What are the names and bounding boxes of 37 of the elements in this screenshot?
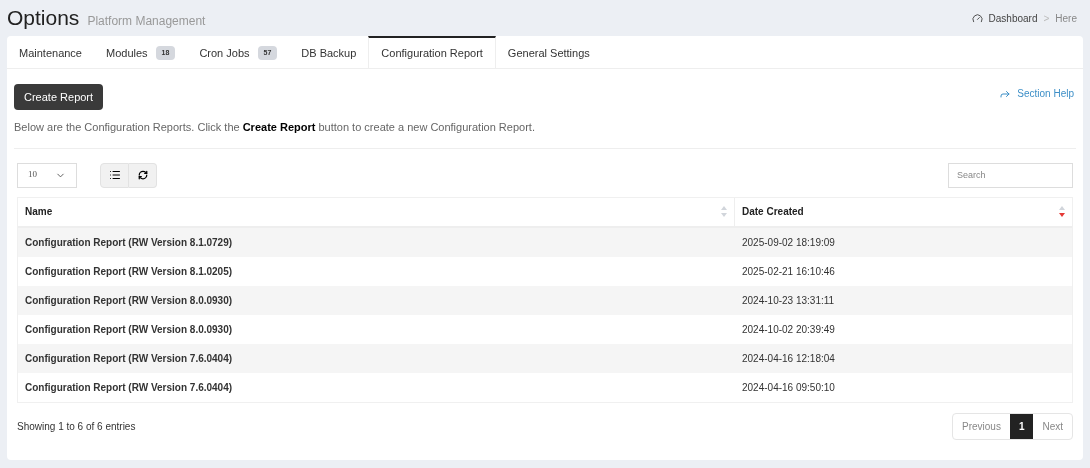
table-cell-text: 2024-10-02 20:39:49 [741,322,836,337]
table-cell-text: 2024-04-16 09:50:10 [741,380,836,395]
tab[interactable]: DB Backup [289,36,369,68]
table-cell-text: Configuration Report (RW Version 7.6.0404) [24,351,234,366]
refresh-button[interactable] [129,162,157,188]
page-size-select[interactable]: 10 [17,162,77,188]
table-cell-text: Configuration Report (RW Version 7.6.0404) [24,380,234,395]
breadcrumb-separator: > [1043,11,1050,26]
entries-info: Showing 1 to 6 of 6 entries [17,419,136,434]
description-text: Below are the Configuration Reports. Click the Create Report button to create a new Configuration Report. [14,120,536,135]
column-header[interactable]: Name [18,197,735,226]
table-cell-text: Configuration Report (RW Version 8.1.0205) [24,264,234,279]
breadcrumb-link[interactable]: Dashboard [988,10,1038,26]
table-cell-text: Configuration Report (RW Version 8.0.0930) [24,293,234,308]
tab[interactable]: Configuration Report [368,36,496,68]
breadcrumb-current: Here [1055,11,1077,26]
tab[interactable]: Maintenance [7,36,94,68]
search-field[interactable]: Search [948,162,1073,188]
refresh-icon [137,170,148,180]
section-help-link[interactable]: Section Help [999,86,1074,101]
previous-button[interactable]: Previous [952,413,1010,439]
table-cell-text: Configuration Report (RW Version 8.1.0729) [24,235,234,250]
next-button[interactable]: Next [1033,413,1072,439]
table-cell-text: 2024-10-23 13:31:11 [741,293,836,308]
dashboard-icon [971,12,983,24]
table-cell-text: 2025-02-21 16:10:46 [741,264,836,279]
page-subtitle: Platform Management [87,13,206,31]
table-cell-text: Configuration Report (RW Version 8.0.0930) [24,322,234,337]
tab[interactable]: General Settings [495,36,602,68]
page-button[interactable]: 1 [1009,413,1034,439]
page-title: Options [7,5,80,32]
table-cell-text: 2025-09-02 18:19:09 [741,235,836,250]
column-header[interactable]: Date Created [735,197,1072,226]
list-view-button[interactable] [100,162,129,188]
table-cell-text: 2024-04-16 12:18:04 [741,351,836,366]
create-report-button[interactable]: Create Report [14,84,104,110]
list-icon [108,169,121,181]
